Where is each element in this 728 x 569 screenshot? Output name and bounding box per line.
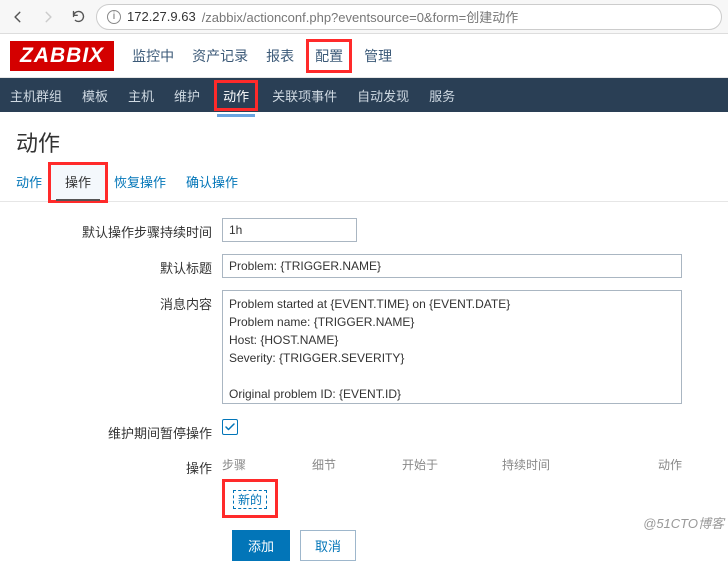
zabbix-logo[interactable]: ZABBIX <box>10 41 114 71</box>
site-info-icon[interactable]: i <box>107 10 121 24</box>
col-start-at: 开始于 <box>402 454 502 475</box>
add-button[interactable]: 添加 <box>232 530 290 561</box>
sub-nav: 主机群组 模板 主机 维护 动作 关联项事件 自动发现 服务 <box>0 78 728 112</box>
top-menu: ZABBIX 监控中 资产记录 报表 配置 管理 <box>0 34 728 78</box>
sub-nav-templates[interactable]: 模板 <box>82 86 108 105</box>
col-detail: 细节 <box>312 454 402 475</box>
operations-table-header: 步骤 细节 开始于 持续时间 动作 <box>222 454 682 475</box>
page-title: 动作 <box>0 112 728 166</box>
watermark: @51CTO博客 <box>643 513 724 532</box>
tab-recovery-operations[interactable]: 恢复操作 <box>114 172 166 191</box>
col-steps: 步骤 <box>222 454 312 475</box>
textarea-message-content[interactable] <box>222 290 682 404</box>
tabs: 动作 操作 恢复操作 确认操作 <box>0 166 728 202</box>
col-action: 动作 <box>612 454 682 475</box>
new-operation-link[interactable]: 新的 <box>233 490 267 509</box>
url-bar[interactable]: i 172.27.9.63/zabbix/actionconf.php?even… <box>96 4 722 30</box>
label-operations: 操作 <box>16 454 222 477</box>
label-message-content: 消息内容 <box>16 290 222 313</box>
tab-action[interactable]: 动作 <box>16 172 42 191</box>
top-menu-monitoring[interactable]: 监控中 <box>132 46 174 66</box>
tab-operations[interactable]: 操作 <box>48 162 108 203</box>
sub-nav-correlation[interactable]: 关联项事件 <box>272 86 337 105</box>
url-host: 172.27.9.63 <box>127 9 196 24</box>
cancel-button[interactable]: 取消 <box>300 530 356 561</box>
reload-button[interactable] <box>66 5 90 29</box>
tab-ack-operations[interactable]: 确认操作 <box>186 172 238 191</box>
forward-button[interactable] <box>36 5 60 29</box>
sub-nav-services[interactable]: 服务 <box>429 86 455 105</box>
top-menu-configuration[interactable]: 配置 <box>306 39 352 73</box>
top-menu-inventory[interactable]: 资产记录 <box>192 46 248 66</box>
sub-nav-maintenance[interactable]: 维护 <box>174 86 200 105</box>
input-default-step-duration[interactable] <box>222 218 357 242</box>
label-default-step-duration: 默认操作步骤持续时间 <box>16 218 222 241</box>
highlight-new-operation: 新的 <box>222 479 278 518</box>
browser-toolbar: i 172.27.9.63/zabbix/actionconf.php?even… <box>0 0 728 34</box>
top-menu-administration[interactable]: 管理 <box>364 46 392 66</box>
top-menu-reports[interactable]: 报表 <box>266 46 294 66</box>
form-buttons: 添加 取消 <box>16 530 712 561</box>
back-button[interactable] <box>6 5 30 29</box>
sub-nav-discovery[interactable]: 自动发现 <box>357 86 409 105</box>
input-default-subject[interactable] <box>222 254 682 278</box>
col-duration: 持续时间 <box>502 454 612 475</box>
sub-nav-actions[interactable]: 动作 <box>214 80 258 111</box>
operations-form: 默认操作步骤持续时间 默认标题 消息内容 维护期间暂停操作 操作 步骤 细节 <box>0 202 728 569</box>
url-path: /zabbix/actionconf.php?eventsource=0&for… <box>202 7 519 26</box>
label-pause-in-maintenance: 维护期间暂停操作 <box>16 419 222 442</box>
sub-nav-hosts[interactable]: 主机 <box>128 86 154 105</box>
checkbox-pause-in-maintenance[interactable] <box>222 419 238 435</box>
label-default-subject: 默认标题 <box>16 254 222 277</box>
sub-nav-hostgroups[interactable]: 主机群组 <box>10 86 62 105</box>
